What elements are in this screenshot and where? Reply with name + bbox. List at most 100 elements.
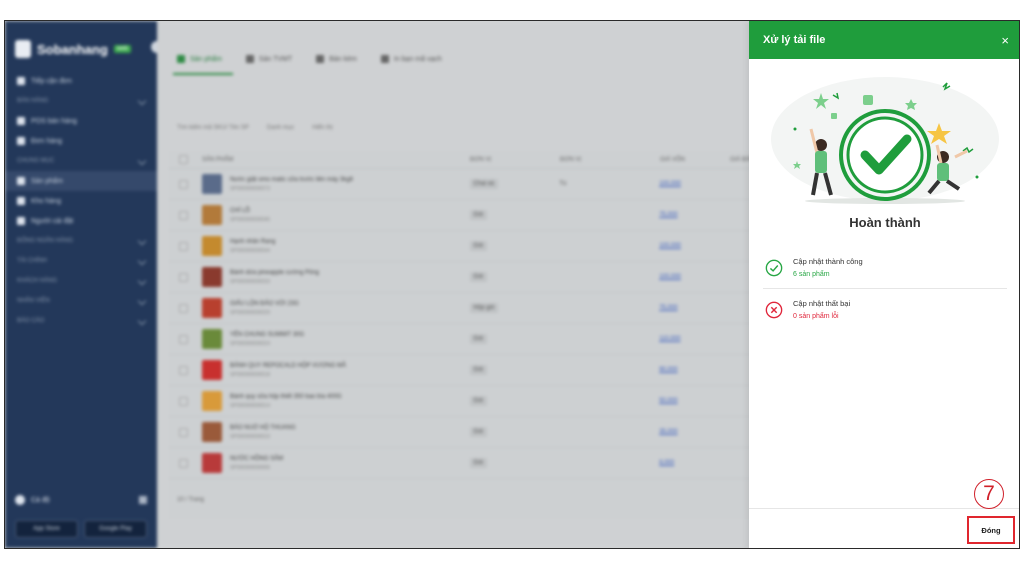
unit-cell[interactable]: Gói: [469, 458, 560, 468]
table-row[interactable]: YẾN CHUNG SUMMIT 30G SP000000000024 Gói 110…: [169, 324, 769, 355]
tab-tvmt[interactable]: Sản TVMT: [245, 55, 293, 63]
row-checkbox[interactable]: [179, 303, 188, 313]
product-thumbnail: [201, 422, 222, 442]
table-body: Nước giặt omo matic cửa trước liên máy 3…: [169, 169, 769, 479]
app-window: Sobanhang web Tiếp cận đơn BÁN HÀNG POS bá…: [4, 20, 1020, 549]
sidebar-section[interactable]: BÁN HÀNG: [5, 91, 157, 111]
menu-icon: [17, 137, 25, 145]
table-row[interactable]: NƯỚC HỒNG SÂM SP000000000006 Gói 8,000: [169, 448, 769, 479]
row-checkbox[interactable]: [179, 179, 188, 189]
table-row[interactable]: BÁNH QUY REPOCALD HỘP VƯƠNG MẪ SP00000000…: [169, 355, 769, 386]
sidebar-item[interactable]: POS bán hàng: [5, 111, 157, 131]
app-store-button[interactable]: App Store: [15, 520, 78, 538]
unit-badge: Gói: [469, 210, 487, 220]
sidebar-item-label: Kho hàng: [31, 197, 61, 205]
unit-badge: Gói: [469, 365, 487, 375]
barcode-icon: [380, 55, 389, 63]
table-row[interactable]: Bánh dứa pineapple cường Pông SP000000000…: [169, 262, 769, 293]
google-play-button[interactable]: Google Play: [84, 520, 147, 538]
sidebar-item[interactable]: Người cài đặt: [5, 211, 157, 231]
row-checkbox[interactable]: [179, 458, 188, 468]
sidebar-item[interactable]: Sản phẩm: [5, 171, 157, 191]
tab-barcode[interactable]: In bạn mã vạch: [380, 55, 442, 63]
failure-result: Cập nhật thất bại 0 sản phẩm lỗi: [765, 299, 1005, 320]
row-checkbox[interactable]: [179, 210, 188, 220]
logo-icon: [15, 40, 31, 58]
upload-result-panel: Xử lý tải file × Hoàn thành Cập nhật thà…: [749, 21, 1019, 548]
sidebar-nav: Tiếp cận đơn BÁN HÀNG POS bán hàng Đơn hàng…: [5, 71, 157, 331]
panel-footer-divider: [749, 508, 1019, 509]
page-size-select[interactable]: 10 / Trang: [177, 497, 204, 503]
product-name: Nước giặt omo matic cửa trước liên máy 3…: [229, 176, 353, 183]
panel-header: Xử lý tải file ×: [749, 21, 1019, 59]
row-checkbox[interactable]: [179, 241, 188, 251]
category-filter[interactable]: Danh mục: [267, 125, 294, 131]
unit-cell[interactable]: Gói: [469, 396, 560, 406]
success-label: Cập nhật thành công: [793, 257, 863, 266]
row-checkbox[interactable]: [179, 272, 188, 282]
unit-cell[interactable]: Gói: [469, 272, 560, 282]
tab-bundle[interactable]: Bán kèm: [316, 55, 357, 63]
table-row[interactable]: Hạnh nhân Rang SP000000000044 Gói 100,000: [169, 231, 769, 262]
sidebar-section[interactable]: BÁO CÁO: [5, 311, 157, 331]
sidebar-section-label: ĐỐNG NGÂN HÀNG: [17, 238, 74, 244]
search-input[interactable]: Tìm kiếm mã SKU/ Tên SP: [177, 125, 249, 131]
brand[interactable]: Sobanhang web: [5, 35, 157, 63]
sidebar-section[interactable]: NHÂN VIÊN: [5, 291, 157, 311]
sidebar-section[interactable]: ĐỐNG NGÂN HÀNG: [5, 231, 157, 251]
unit-cell[interactable]: Gói: [469, 241, 560, 251]
close-button[interactable]: Đóng: [967, 516, 1015, 544]
product-thumbnail: [201, 267, 222, 287]
product-sku: SP000000000033: [229, 278, 270, 285]
product-sku: SP000000000045: [229, 216, 270, 223]
unit-cell[interactable]: Chai xá: [469, 179, 560, 189]
sidebar-section[interactable]: KHÁCH HÀNG: [5, 271, 157, 291]
unit-badge: Chai xá: [469, 179, 498, 189]
avatar: [15, 495, 25, 505]
table-row[interactable]: CHÍ LỖ SP000000000045 Gói 75,000: [169, 200, 769, 231]
edit-icon[interactable]: [139, 496, 147, 504]
sidebar-item-label: Đơn hàng: [31, 137, 63, 145]
row-checkbox[interactable]: [179, 396, 188, 406]
select-all-checkbox[interactable]: [179, 155, 188, 164]
tab-label: Sản phẩm: [190, 55, 222, 63]
unit-cell[interactable]: Gói: [469, 427, 560, 437]
sidebar-section-label: CHUNG MỤC: [17, 158, 55, 164]
brand-tag: web: [113, 45, 131, 53]
sidebar: Sobanhang web Tiếp cận đơn BÁN HÀNG POS bá…: [5, 21, 157, 548]
product-sku: SP000000000010: [229, 433, 270, 440]
tab-products[interactable]: Sản phẩm: [177, 55, 222, 63]
unit-cell[interactable]: Gói: [469, 210, 560, 220]
table-row[interactable]: GIẤU LỘN ĐẢO VỚI 23G SP000000000029 Hộp gó…: [169, 293, 769, 324]
sidebar-section[interactable]: CHUNG MỤC: [5, 151, 157, 171]
product-thumbnail: [201, 391, 222, 411]
table-row[interactable]: BÁO NUỚ HỘ THUANG SP000000000010 Gói 35,000: [169, 417, 769, 448]
tab-label: Sản TVMT: [258, 55, 293, 63]
user-name: Cá độ: [31, 496, 50, 504]
sidebar-section[interactable]: TÀI CHÍNH: [5, 251, 157, 271]
table-row[interactable]: Nước giặt omo matic cửa trước liên máy 3…: [169, 169, 769, 200]
sidebar-section-label: TÀI CHÍNH: [17, 258, 47, 264]
column-header: ĐƠN VỊ: [560, 156, 582, 163]
user-row[interactable]: Cá độ: [15, 490, 147, 510]
sidebar-item[interactable]: Đơn hàng: [5, 131, 157, 151]
product-name-cell: YẾN CHUNG SUMMIT 30G SP000000000024: [230, 332, 470, 347]
row-checkbox[interactable]: [179, 365, 188, 375]
unit-cell[interactable]: Gói: [469, 365, 560, 375]
product-name: BÁO NUỚ HỘ THUANG: [229, 424, 296, 431]
unit-cell[interactable]: Gói: [469, 334, 560, 344]
row-checkbox[interactable]: [179, 427, 188, 437]
sidebar-section-label: BÁN HÀNG: [17, 98, 49, 104]
unit-badge: Gói: [469, 396, 487, 406]
close-icon[interactable]: ×: [1001, 33, 1009, 48]
chevron-down-icon: [137, 96, 147, 106]
product-sku: SP000000000014: [229, 402, 270, 409]
tabs: Sản phẩm Sản TVMT Bán kèm In bạn mã vạch: [177, 55, 442, 63]
table-row[interactable]: Bánh quy sữa hộp thiết 350 bao bìa 400G S…: [169, 386, 769, 417]
sidebar-item[interactable]: Kho hàng: [5, 191, 157, 211]
sidebar-item[interactable]: Tiếp cận đơn: [5, 71, 157, 91]
row-checkbox[interactable]: [179, 334, 188, 344]
sidebar-section-label: KHÁCH HÀNG: [17, 278, 58, 284]
display-filter[interactable]: Hiển thị: [312, 125, 332, 131]
unit-cell[interactable]: Hộp gói: [469, 303, 560, 313]
